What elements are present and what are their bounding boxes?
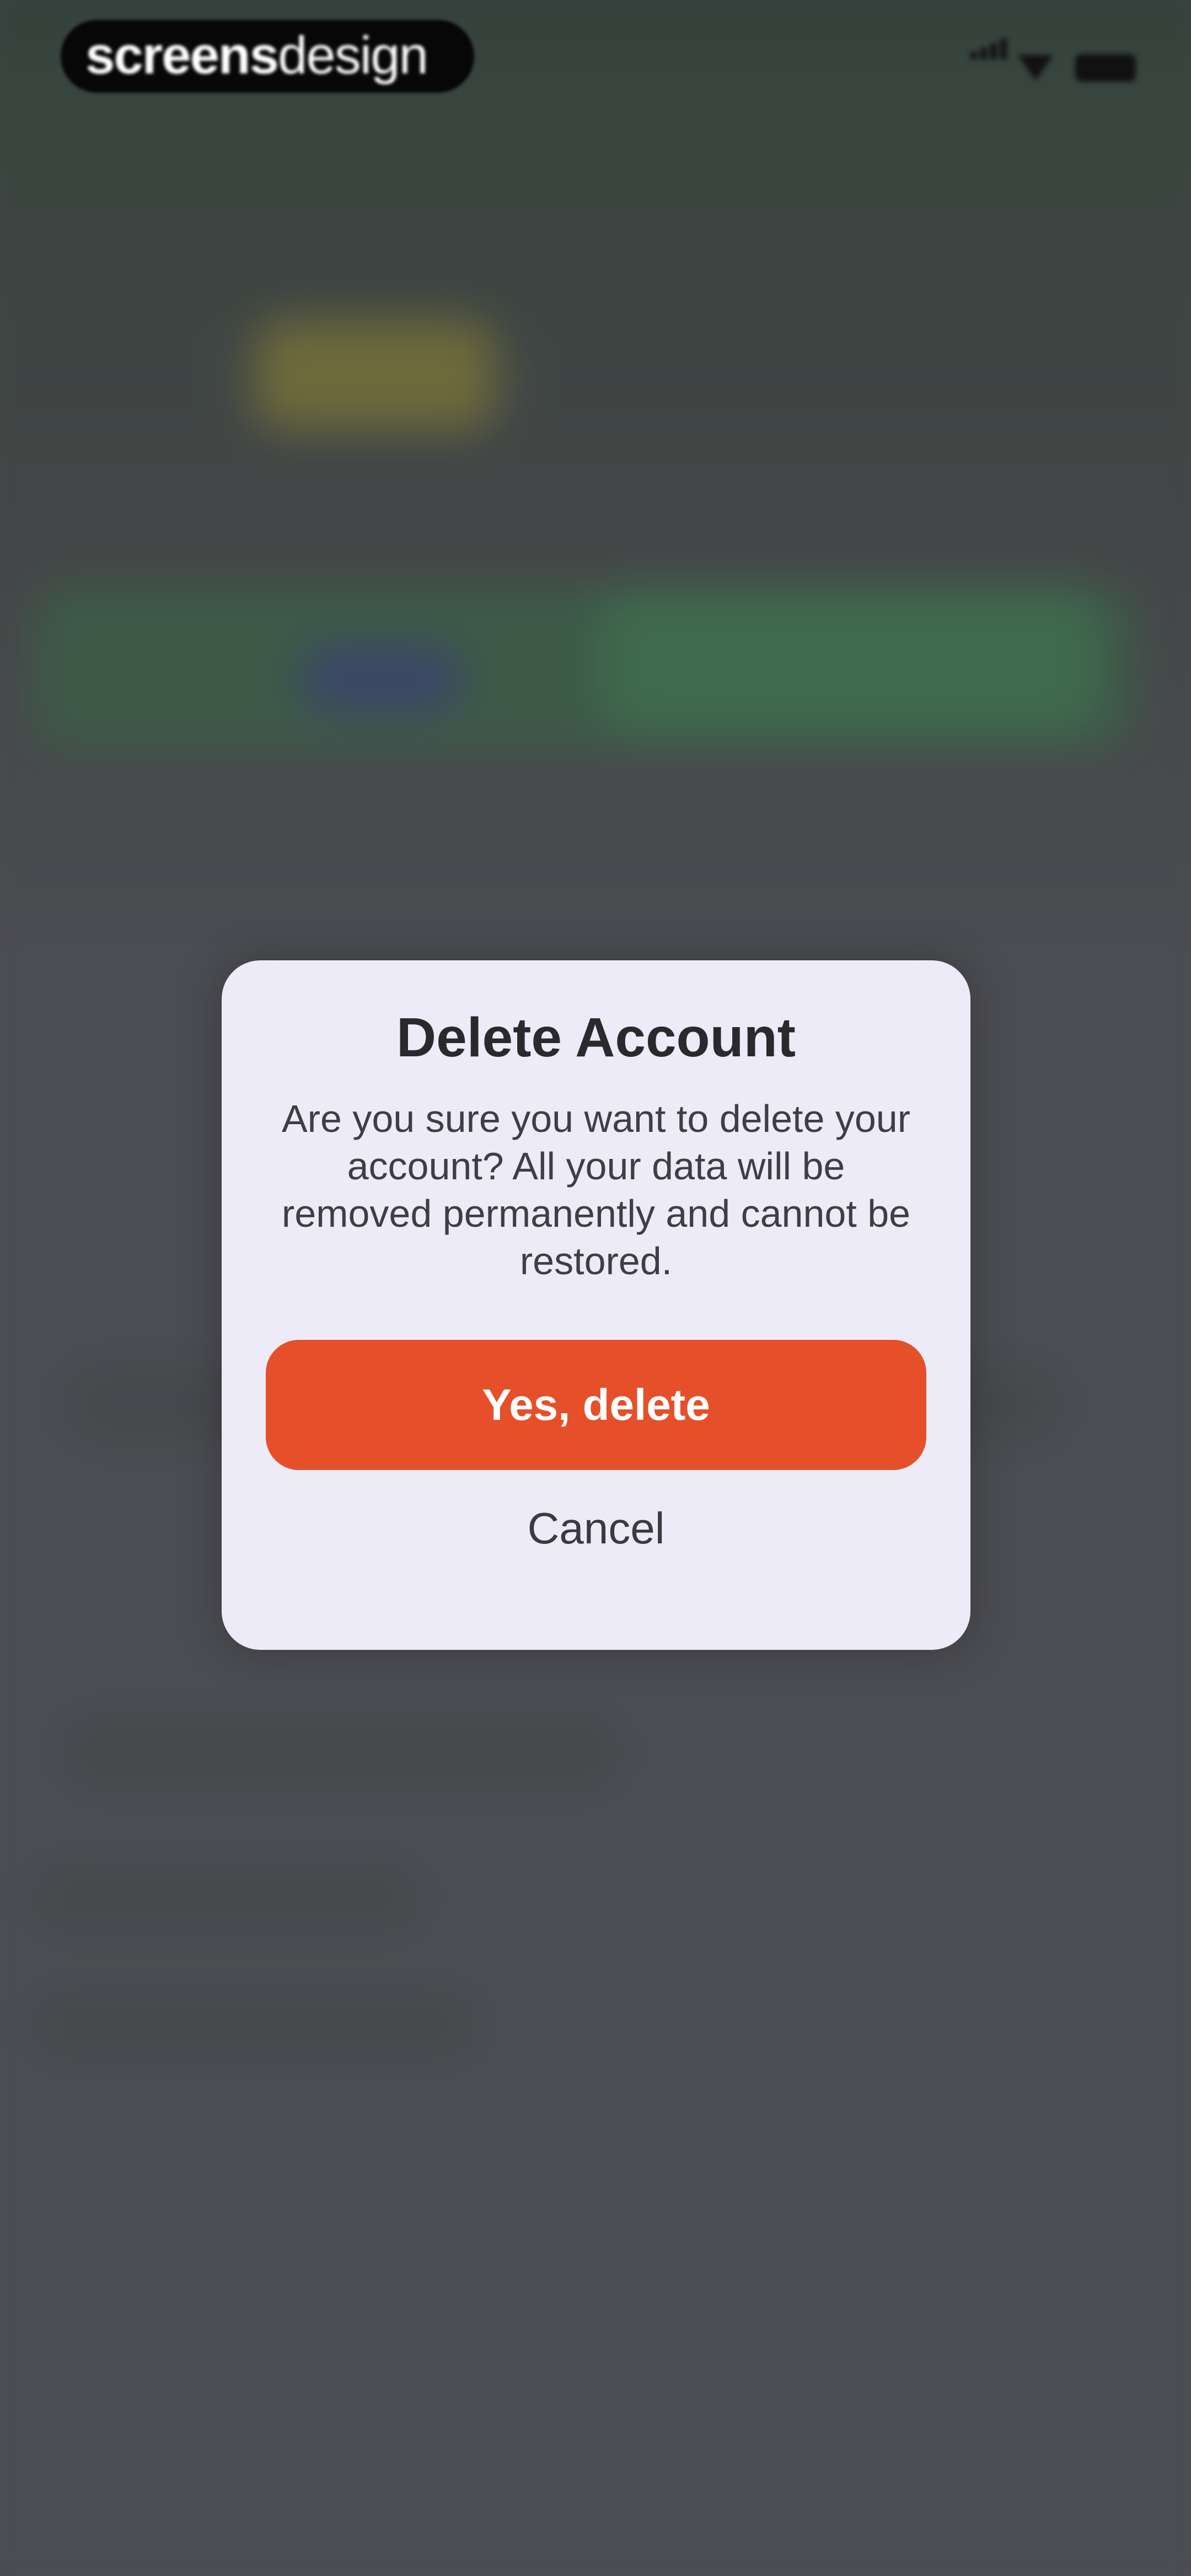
dialog-title: Delete Account: [396, 1007, 796, 1068]
yes-delete-button[interactable]: Yes, delete: [266, 1340, 926, 1470]
app-screen: screensdesign Delete Account Are you sur…: [0, 0, 1191, 2576]
blurred-header-badge: [254, 320, 496, 430]
cancel-button[interactable]: Cancel: [431, 1495, 761, 1562]
watermark-logo-text: screensdesign: [85, 25, 428, 86]
blurred-list-row: [66, 1721, 618, 1782]
status-bar: [904, 39, 1136, 88]
watermark-brand-light: design: [277, 26, 428, 85]
blurred-list-row: [33, 1870, 419, 1925]
dialog-message: Are you sure you want to delete your acc…: [281, 1097, 911, 1282]
blurred-banner-highlight: [601, 590, 1097, 734]
delete-account-dialog: Delete Account Are you sure you want to …: [222, 960, 970, 1650]
battery-icon: [1075, 54, 1136, 82]
blurred-banner-chip: [298, 645, 463, 712]
watermark-brand-bold: screens: [85, 26, 279, 85]
blurred-list-row: [33, 1997, 474, 2052]
wifi-icon: [1018, 55, 1053, 81]
